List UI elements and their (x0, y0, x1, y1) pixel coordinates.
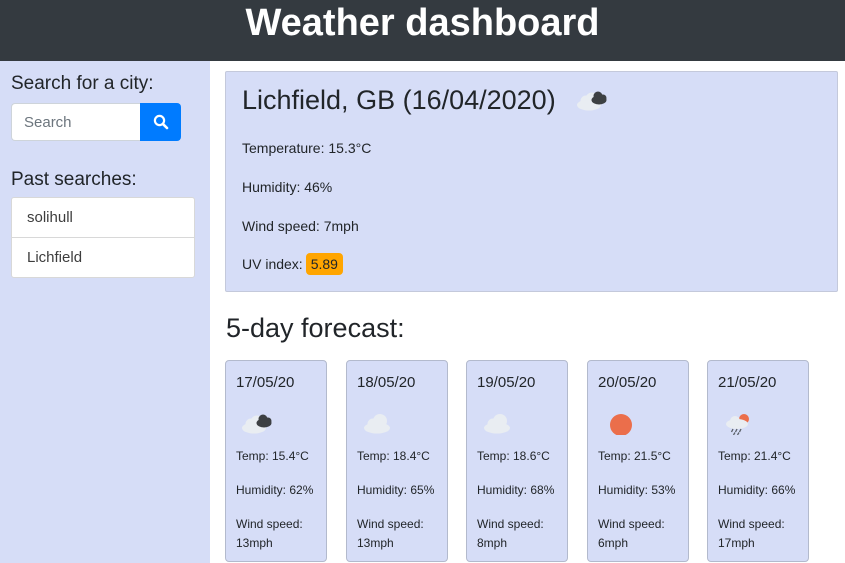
search-icon (153, 114, 168, 130)
past-search-item[interactable]: solihull (12, 198, 194, 237)
current-city-title: Lichfield, GB (16/04/2020) (242, 85, 556, 115)
forecast-temp: Temp: 15.4°C (236, 449, 309, 463)
broken-clouds-icon (575, 88, 609, 117)
forecast-card: 17/05/20 Temp: 15.4°C Humidity: 62% Wind… (225, 360, 327, 562)
forecast-card: 19/05/20 Temp: 18.6°C Humidity: 68% Wind… (466, 360, 568, 562)
forecast-date: 19/05/20 (477, 374, 536, 391)
forecast-wind-label: Wind speed: (718, 517, 785, 531)
rain-icon (722, 411, 756, 440)
forecast-wind-label: Wind speed: (477, 517, 544, 531)
forecast-humidity: Humidity: 68% (477, 483, 555, 497)
forecast-wind-value: 13mph (236, 536, 273, 550)
forecast-date: 17/05/20 (236, 374, 295, 391)
forecast-title: 5-day forecast: (226, 313, 405, 343)
forecast-humidity: Humidity: 53% (598, 483, 676, 497)
forecast-wind-label: Wind speed: (598, 517, 665, 531)
search-label: Search for a city: (11, 73, 154, 94)
current-wind-speed: Wind speed: 7mph (242, 218, 359, 234)
forecast-wind-value: 6mph (598, 536, 629, 550)
forecast-date: 20/05/20 (598, 374, 657, 391)
sidebar: Search for a city: Past searches: solihu… (0, 61, 210, 563)
forecast-wind-value: 17mph (718, 536, 755, 550)
broken-clouds-icon (240, 411, 274, 440)
forecast-date: 21/05/20 (718, 374, 777, 391)
uv-index-badge: 5.89 (305, 253, 343, 275)
cloud-icon (361, 411, 395, 440)
current-humidity: Humidity: 46% (242, 179, 333, 195)
forecast-card: 20/05/20 Temp: 21.5°C Humidity: 53% Wind… (587, 360, 689, 562)
forecast-wind-label: Wind speed: (236, 517, 303, 531)
forecast-temp: Temp: 18.4°C (357, 449, 430, 463)
forecast-date: 18/05/20 (357, 374, 416, 391)
page-title: Weather dashboard (245, 2, 600, 44)
forecast-wind-value: 8mph (477, 536, 508, 550)
forecast-temp: Temp: 21.4°C (718, 449, 791, 463)
forecast-wind-label: Wind speed: (357, 517, 424, 531)
search-input[interactable] (11, 103, 140, 141)
current-weather-panel: Lichfield, GB (16/04/2020) Temperature: … (225, 71, 838, 292)
search-button[interactable] (140, 103, 181, 141)
page-header: Weather dashboard (0, 0, 845, 61)
uv-index-label: UV index: (242, 256, 303, 272)
current-uv-row: UV index: 5.89 (242, 253, 343, 275)
current-temperature: Temperature: 15.3°C (242, 140, 372, 156)
forecast-humidity: Humidity: 66% (718, 483, 796, 497)
forecast-card: 21/05/20 Temp: 21.4°C Humidity: 66% Wind… (707, 360, 809, 562)
forecast-humidity: Humidity: 62% (236, 483, 314, 497)
forecast-card: 18/05/20 Temp: 18.4°C Humidity: 65% Wind… (346, 360, 448, 562)
cloud-icon (481, 411, 515, 440)
past-search-item[interactable]: Lichfield (12, 237, 194, 277)
forecast-temp: Temp: 18.6°C (477, 449, 550, 463)
sun-icon (602, 411, 636, 440)
past-searches-list: solihull Lichfield (11, 197, 195, 278)
forecast-wind-value: 13mph (357, 536, 394, 550)
forecast-temp: Temp: 21.5°C (598, 449, 671, 463)
past-searches-label: Past searches: (11, 169, 137, 190)
forecast-humidity: Humidity: 65% (357, 483, 435, 497)
